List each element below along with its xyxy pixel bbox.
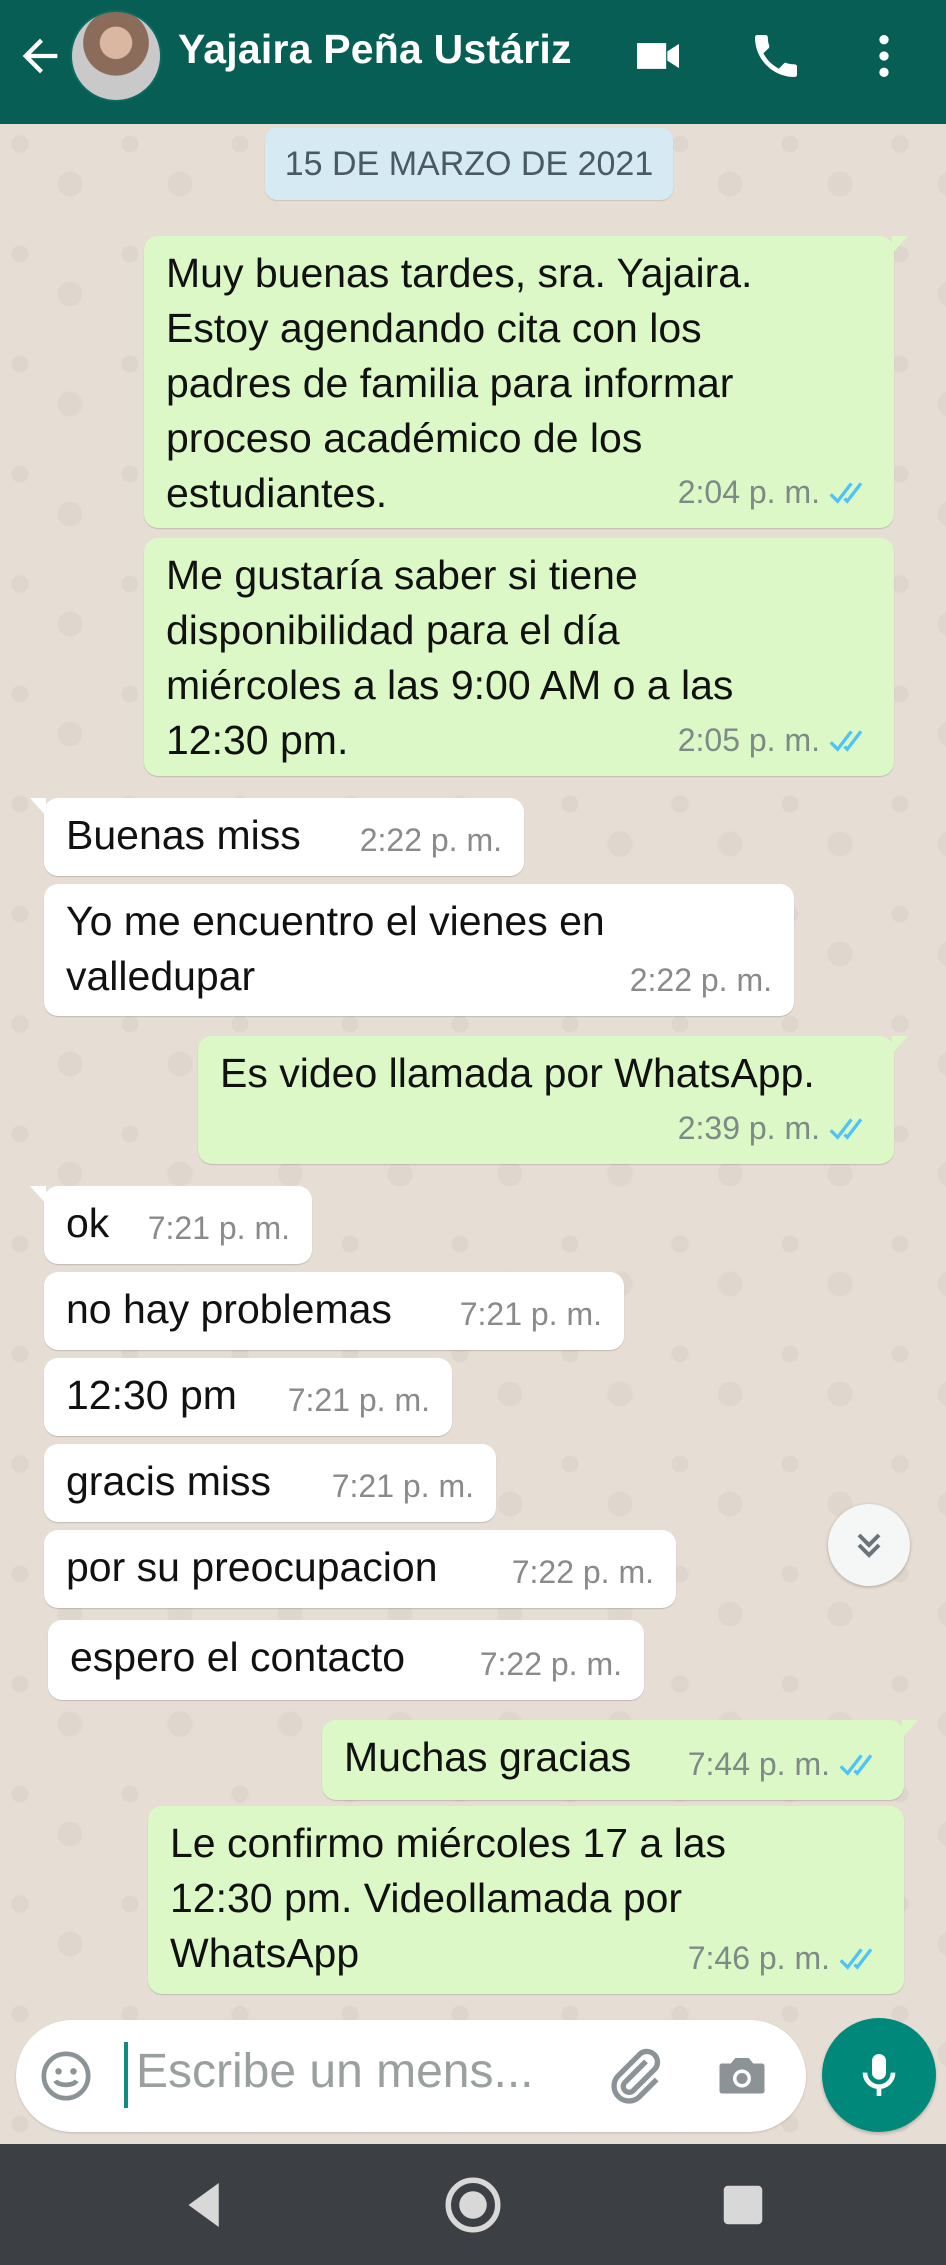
paperclip-icon[interactable]: [602, 2044, 666, 2108]
message-time: 7:21 p. m.: [459, 1296, 602, 1332]
phone-icon[interactable]: [748, 28, 804, 84]
avatar[interactable]: [70, 10, 162, 102]
message-meta: 7:46 p. m.: [688, 1931, 882, 1986]
contact-name[interactable]: Yajaira Peña Ustáriz: [178, 26, 572, 73]
message-time: 2:39 p. m.: [677, 1110, 820, 1146]
message-time: 2:04 p. m.: [677, 474, 820, 510]
message-outgoing[interactable]: Es video llamada por WhatsApp. 2:39 p. m…: [198, 1036, 908, 1164]
message-meta: 7:21 p. m.: [288, 1373, 430, 1428]
message-incoming[interactable]: ok 7:21 p. m.: [30, 1186, 312, 1264]
date-chip: 15 DE MARZO DE 2021: [265, 128, 673, 200]
message-meta: 2:05 p. m.: [678, 713, 872, 768]
microphone-icon: [862, 2054, 896, 2096]
microphone-button[interactable]: [822, 2018, 936, 2132]
more-vertical-icon[interactable]: [856, 28, 912, 84]
text-cursor: [124, 2042, 128, 2108]
double-chevron-down-icon: [857, 1533, 881, 1558]
message-outgoing[interactable]: Muy buenas tardes, sra. Yajaira. Estoy a…: [144, 236, 908, 528]
message-outgoing[interactable]: Muchas gracias 7:44 p. m.: [322, 1720, 918, 1800]
message-incoming[interactable]: gracis miss 7:21 p. m.: [44, 1444, 496, 1522]
message-meta: 7:44 p. m.: [688, 1737, 882, 1792]
message-meta: 2:04 p. m.: [678, 465, 872, 520]
message-meta: 7:22 p. m.: [512, 1545, 654, 1600]
message-outgoing[interactable]: Me gustaría saber si tiene disponibilida…: [144, 538, 894, 776]
message-time: 7:44 p. m.: [687, 1746, 830, 1782]
video-camera-icon[interactable]: [630, 28, 686, 84]
double-check-icon: [839, 1753, 873, 1776]
message-time: 2:22 p. m.: [629, 962, 772, 998]
message-meta: 7:21 p. m.: [332, 1459, 474, 1514]
message-meta: 2:22 p. m.: [630, 953, 772, 1008]
arrow-left-icon[interactable]: [14, 30, 66, 82]
message-meta: 7:21 p. m.: [148, 1201, 290, 1256]
message-incoming[interactable]: 12:30 pm 7:21 p. m.: [44, 1358, 452, 1436]
camera-icon[interactable]: [712, 2046, 772, 2106]
double-check-icon: [839, 1947, 873, 1970]
message-time: 7:22 p. m.: [511, 1554, 654, 1590]
back-triangle-icon[interactable]: [172, 2172, 238, 2238]
recents-square-icon[interactable]: [710, 2172, 776, 2238]
message-composer: Escribe un mens...: [16, 2020, 806, 2132]
home-circle-icon[interactable]: [440, 2172, 506, 2238]
message-time: 7:21 p. m.: [331, 1468, 474, 1504]
message-incoming[interactable]: Buenas miss 2:22 p. m.: [30, 798, 524, 876]
message-time: 7:46 p. m.: [687, 1940, 830, 1976]
double-check-icon: [829, 1117, 863, 1140]
message-time: 7:21 p. m.: [147, 1210, 290, 1246]
system-navigation-bar: [0, 2144, 946, 2265]
message-input[interactable]: Escribe un mens...: [136, 2044, 534, 2099]
message-incoming[interactable]: por su preocupacion 7:22 p. m.: [44, 1530, 676, 1608]
message-time: 7:22 p. m.: [479, 1646, 622, 1682]
scroll-to-bottom-button[interactable]: [828, 1504, 910, 1586]
chat-header: Yajaira Peña Ustáriz: [0, 0, 946, 124]
emoji-icon[interactable]: [38, 2048, 94, 2104]
message-incoming[interactable]: no hay problemas 7:21 p. m.: [44, 1272, 624, 1350]
message-text: Es video llamada por WhatsApp.: [220, 1050, 815, 1096]
message-outgoing[interactable]: Le confirmo miércoles 17 a las 12:30 pm.…: [148, 1806, 904, 1994]
message-time: 2:22 p. m.: [359, 822, 502, 858]
message-meta: 7:21 p. m.: [460, 1287, 602, 1342]
double-check-icon: [829, 481, 863, 504]
message-meta: 7:22 p. m.: [480, 1637, 622, 1692]
message-meta: 2:39 p. m.: [678, 1101, 872, 1156]
message-meta: 2:22 p. m.: [360, 813, 502, 868]
message-time: 2:05 p. m.: [677, 722, 820, 758]
double-check-icon: [829, 729, 863, 752]
message-time: 7:21 p. m.: [287, 1382, 430, 1418]
message-incoming[interactable]: Yo me encuentro el vienes en valledupar …: [44, 884, 794, 1016]
message-incoming[interactable]: espero el contacto 7:22 p. m.: [48, 1620, 644, 1700]
